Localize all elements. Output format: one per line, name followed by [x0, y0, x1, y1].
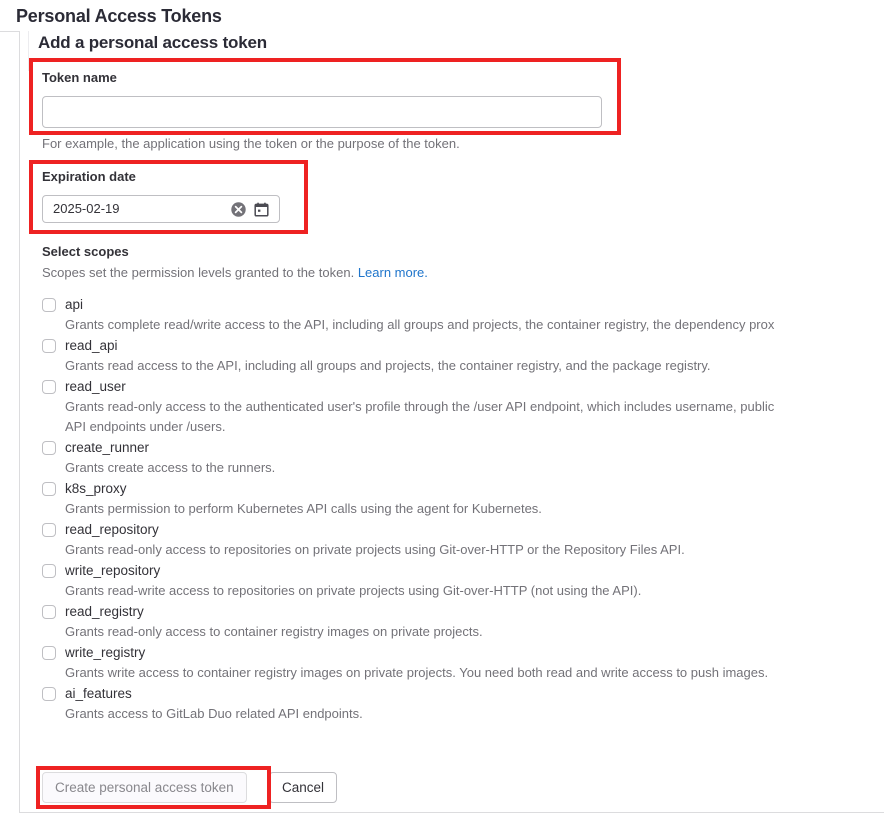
scope-description: Grants access to GitLab Duo related API … [65, 706, 363, 721]
scope-name-label: read_registry [65, 604, 144, 619]
scope-row: write_repository Grants read-write access… [42, 560, 884, 601]
scope-name-label: api [65, 297, 84, 312]
scope-header: k8s_proxy [42, 478, 884, 499]
scope-name-label: read_user [65, 379, 126, 394]
scope-row: k8s_proxy Grants permission to perform Ku… [42, 478, 884, 519]
scope-row: read_registry Grants read-only access to … [42, 601, 884, 642]
token-name-help-text: For example, the application using the t… [42, 136, 460, 151]
scope-description: Grants create access to the runners. [65, 460, 276, 475]
scope-checkbox-read_registry[interactable] [42, 604, 56, 619]
expiration-date-field[interactable]: 2025-02-19 [42, 195, 280, 223]
scope-checkbox-write_repository[interactable] [42, 563, 56, 578]
clear-circle-icon[interactable] [230, 201, 247, 218]
learn-more-link[interactable]: Learn more. [358, 265, 428, 280]
scope-checkbox-k8s_proxy[interactable] [42, 481, 56, 496]
scope-row: read_api Grants read access to the API, i… [42, 335, 884, 376]
personal-access-tokens-page: Personal Access Tokens Add a personal ac… [0, 0, 884, 816]
scope-checkbox-read_api[interactable] [42, 338, 56, 353]
select-scopes-title: Select scopes [42, 244, 129, 259]
create-personal-access-token-button[interactable]: Create personal access token [42, 772, 247, 803]
scope-name-label: read_repository [65, 522, 159, 537]
scope-list: api Grants complete read/write access to … [42, 294, 884, 724]
scope-description: Grants read-only access to container reg… [65, 624, 483, 639]
scope-header: read_registry [42, 601, 884, 622]
scope-header: read_api [42, 335, 884, 356]
scope-description: Grants write access to container registr… [65, 665, 769, 680]
scope-header: ai_features [42, 683, 884, 704]
scope-name-label: read_api [65, 338, 118, 353]
scope-row: api Grants complete read/write access to … [42, 294, 884, 335]
card-heading: Add a personal access token [38, 33, 267, 52]
scope-name-label: write_repository [65, 563, 161, 578]
scope-header: read_user [42, 376, 884, 397]
scope-checkbox-read_user[interactable] [42, 379, 56, 394]
scope-header: api [42, 294, 884, 315]
scope-description: Grants permission to perform Kubernetes … [65, 501, 542, 516]
token-name-label: Token name [42, 70, 117, 85]
scope-name-label: k8s_proxy [65, 481, 127, 496]
scope-checkbox-read_repository[interactable] [42, 522, 56, 537]
scope-description: Grants read-only access to repositories … [65, 542, 685, 557]
cancel-button[interactable]: Cancel [269, 772, 338, 803]
scope-row: read_repository Grants read-only access t… [42, 519, 884, 560]
card-inner-rule [28, 31, 29, 71]
scope-row: ai_features Grants access to GitLab Duo r… [42, 683, 884, 724]
scope-checkbox-ai_features[interactable] [42, 686, 56, 701]
scope-row: write_registry Grants write access to con… [42, 642, 884, 683]
scope-header: write_registry [42, 642, 884, 663]
scope-name-label: create_runner [65, 440, 150, 455]
token-name-input[interactable] [42, 96, 602, 128]
scope-name-label: ai_features [65, 686, 132, 701]
scope-description: Grants complete read/write access to the… [65, 317, 775, 332]
scope-description: Grants read-only access to the authentic… [65, 399, 775, 434]
scope-header: read_repository [42, 519, 884, 540]
page-title: Personal Access Tokens [16, 6, 222, 26]
scope-checkbox-create_runner[interactable] [42, 440, 56, 455]
expiration-date-value: 2025-02-19 [53, 201, 120, 216]
scope-description: Grants read access to the API, including… [65, 358, 711, 373]
scope-header: write_repository [42, 560, 884, 581]
scopes-description-text: Scopes set the permission levels granted… [42, 265, 355, 280]
scope-description: Grants read-write access to repositories… [65, 583, 642, 598]
expiration-date-label: Expiration date [42, 169, 136, 184]
scope-checkbox-api[interactable] [42, 297, 56, 312]
scope-name-label: write_registry [65, 645, 146, 660]
calendar-icon[interactable] [253, 201, 270, 218]
scope-header: create_runner [42, 437, 884, 458]
scopes-description: Scopes set the permission levels granted… [42, 265, 428, 280]
scope-checkbox-write_registry[interactable] [42, 645, 56, 660]
scope-row: read_user Grants read-only access to the … [42, 376, 884, 437]
scope-row: create_runner Grants create access to the… [42, 437, 884, 478]
